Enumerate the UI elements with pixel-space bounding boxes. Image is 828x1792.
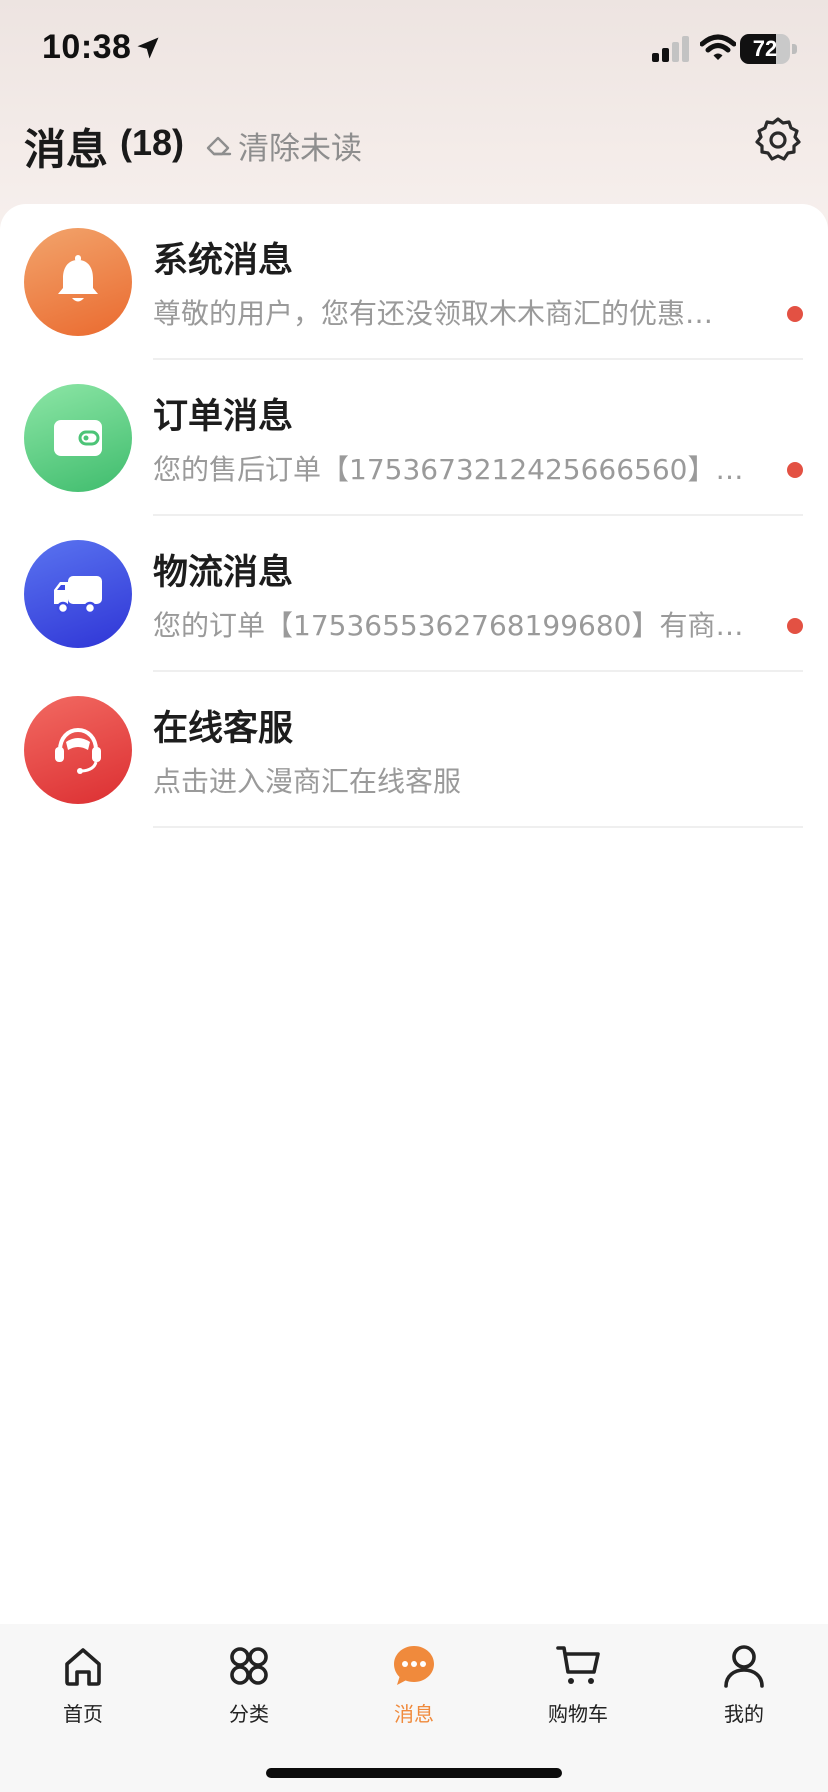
system-avatar xyxy=(24,228,132,336)
customer-service-avatar xyxy=(24,696,132,804)
tab-cart[interactable]: 购物车 xyxy=(518,1642,638,1742)
unread-dot xyxy=(787,618,803,634)
row-divider xyxy=(153,826,803,828)
page-header: 消息 (18) 清除未读 xyxy=(0,100,828,200)
tab-category[interactable]: 分类 xyxy=(189,1642,309,1742)
order-avatar xyxy=(24,384,132,492)
message-row-order[interactable]: 订单消息 您的售后订单【1753673212425666560】… xyxy=(0,360,828,516)
logistics-avatar xyxy=(24,540,132,648)
tab-label: 我的 xyxy=(724,1702,764,1726)
message-title: 物流消息 xyxy=(153,553,294,593)
wallet-icon xyxy=(54,420,102,456)
unread-dot xyxy=(787,462,803,478)
messages-page: 10:38 72 消息 (18) 清除未读 系统消息 尊敬的用户，您有还没领取木… xyxy=(0,0,828,1792)
message-icon xyxy=(394,1646,434,1685)
message-row-customer-service[interactable]: 在线客服 点击进入漫商汇在线客服 xyxy=(0,672,828,828)
unread-count: (18) xyxy=(120,122,185,163)
clear-unread-button[interactable]: 清除未读 xyxy=(204,122,362,168)
tab-home[interactable]: 首页 xyxy=(23,1642,143,1742)
eraser-icon xyxy=(206,136,232,156)
bell-icon xyxy=(58,255,98,302)
category-icon xyxy=(230,1647,268,1685)
message-preview: 尊敬的用户，您有还没领取木木商汇的优惠… xyxy=(153,297,714,330)
location-arrow-icon xyxy=(137,37,159,59)
message-preview: 您的售后订单【1753673212425666560】… xyxy=(153,453,744,486)
status-bar: 10:38 72 xyxy=(0,0,828,100)
message-preview: 您的订单【1753655362768199680】有商… xyxy=(153,609,744,642)
home-icon xyxy=(65,1648,101,1686)
clear-unread-label: 清除未读 xyxy=(238,130,362,167)
battery-icon: 72 xyxy=(740,34,798,64)
tab-label: 首页 xyxy=(63,1702,103,1726)
tab-messages[interactable]: 消息 xyxy=(354,1642,474,1742)
bottom-tab-bar: 首页 分类 消息 购物车 我的 xyxy=(0,1624,828,1792)
home-indicator[interactable] xyxy=(266,1768,562,1778)
profile-icon xyxy=(724,1645,764,1688)
cellular-signal-icon xyxy=(652,36,689,62)
truck-icon xyxy=(54,576,102,615)
message-preview: 点击进入漫商汇在线客服 xyxy=(153,765,462,798)
message-title: 在线客服 xyxy=(153,709,294,749)
message-row-system[interactable]: 系统消息 尊敬的用户，您有还没领取木木商汇的优惠… xyxy=(0,204,828,360)
tab-label: 购物车 xyxy=(548,1702,608,1726)
page-title: 消息 xyxy=(24,125,109,174)
tab-label: 分类 xyxy=(229,1702,269,1726)
status-time: 10:38 xyxy=(42,28,132,66)
unread-dot xyxy=(787,306,803,322)
message-row-logistics[interactable]: 物流消息 您的订单【1753655362768199680】有商… xyxy=(0,516,828,672)
cart-icon xyxy=(556,1646,600,1684)
battery-level: 72 xyxy=(752,36,778,61)
message-title: 订单消息 xyxy=(153,397,294,437)
tab-profile[interactable]: 我的 xyxy=(684,1642,804,1742)
headset-icon xyxy=(55,727,101,774)
tab-label: 消息 xyxy=(394,1702,434,1726)
settings-gear-icon[interactable] xyxy=(752,114,804,166)
message-title: 系统消息 xyxy=(153,241,294,281)
wifi-icon xyxy=(700,34,736,60)
message-list: 系统消息 尊敬的用户，您有还没领取木木商汇的优惠… 订单消息 您的售后订单【17… xyxy=(0,204,828,1624)
